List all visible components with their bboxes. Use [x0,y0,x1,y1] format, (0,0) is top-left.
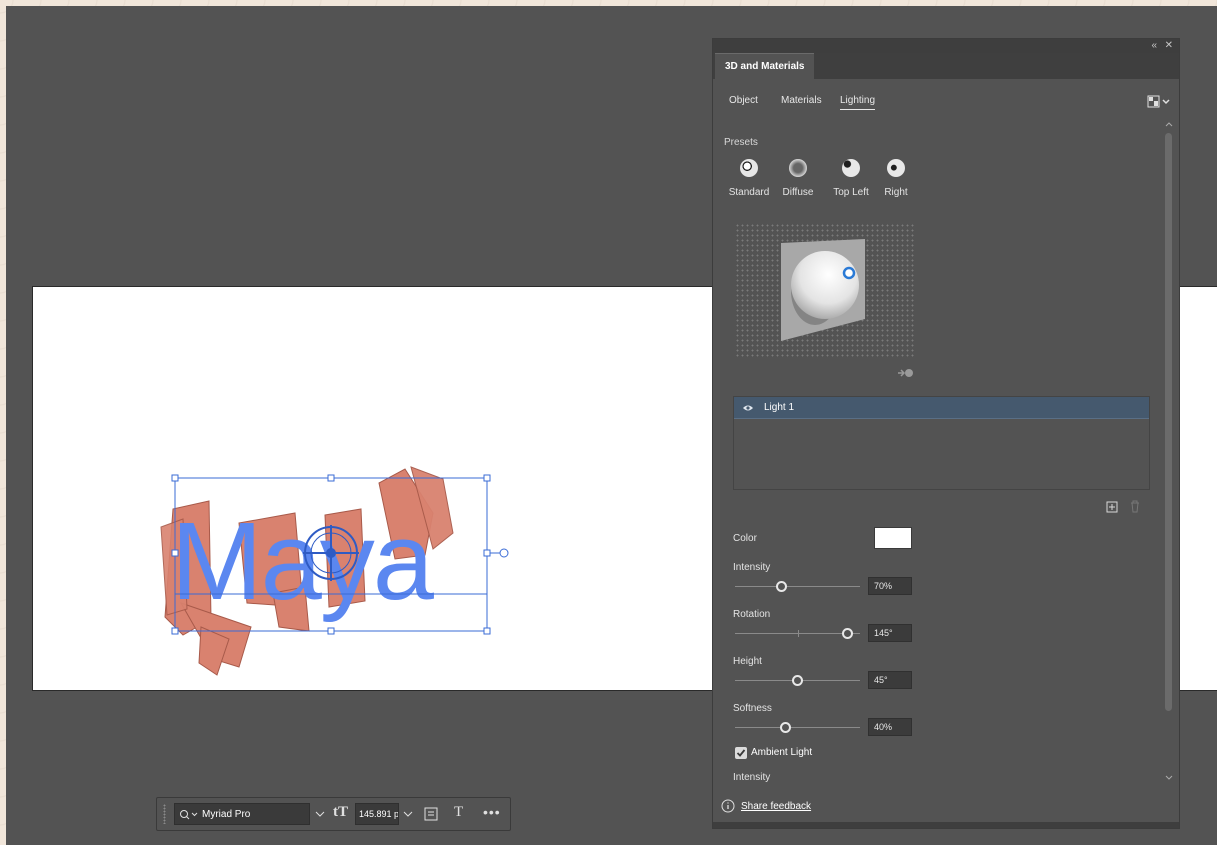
text-size-icon: tT [333,804,348,820]
drag-handle[interactable] [163,804,166,824]
light-position-handle[interactable] [842,266,856,280]
light-list: Light 1 [733,396,1150,490]
preset-label: Top Left [833,187,869,198]
height-value[interactable]: 45° [868,671,912,689]
light-preview-sphere[interactable] [735,223,915,358]
preset-standard[interactable]: Standard [727,159,771,198]
scroll-down-icon[interactable] [1165,775,1173,781]
preset-top-left-icon [842,159,860,177]
add-light-icon[interactable] [1106,501,1118,513]
maya-text: Maya [171,500,435,623]
panel-scrollbar[interactable] [1164,119,1174,787]
preset-diffuse[interactable]: Diffuse [776,159,820,198]
color-label: Color [733,533,757,544]
chevron-down-icon[interactable] [403,811,413,817]
font-size-field[interactable]: 145.891 p [355,803,399,825]
light-color-swatch[interactable] [874,527,912,549]
chevron-down-icon[interactable] [315,811,325,817]
lighting-preview[interactable] [735,223,915,358]
preset-diffuse-icon [789,159,807,177]
light-name: Light 1 [764,402,795,413]
font-size-value: 145.891 p [359,809,399,819]
info-icon [721,799,735,813]
preset-label: Standard [728,187,770,198]
panel-resize-bar[interactable] [713,822,1179,828]
intensity-label: Intensity [733,562,771,573]
rotation-value[interactable]: 145° [868,624,912,642]
scroll-up-icon[interactable] [1165,121,1173,127]
intensity-slider[interactable] [735,586,860,587]
checkmark-icon [736,749,746,757]
delete-light-icon [1131,500,1139,513]
rotation-center-tick [798,630,799,637]
font-family-field[interactable]: Myriad Pro [174,803,310,825]
softness-slider[interactable] [735,727,860,728]
preset-right-icon [887,159,905,177]
height-slider-knob[interactable] [792,675,803,686]
presets-label: Presets [724,137,758,148]
ambient-intensity-label: Intensity [733,772,771,783]
type-icon[interactable]: T [454,804,463,821]
rotation-label: Rotation [733,609,771,620]
close-icon[interactable]: ✕ [1165,39,1173,53]
panel-topbar: « ✕ [713,39,1179,53]
eye-icon[interactable] [742,403,754,413]
share-feedback[interactable]: Share feedback [721,799,811,816]
preset-label: Diffuse [782,187,814,198]
softness-slider-knob[interactable] [779,722,791,733]
maya-3d-text-art[interactable]: Maya [33,287,513,692]
intensity-slider-knob[interactable] [775,581,787,592]
intensity-value[interactable]: 70% [868,577,912,595]
contextual-task-bar: Myriad Pro tT 145.891 p T ••• [156,797,511,831]
panel-tabbar: 3D and Materials [713,53,1179,79]
move-light-icon[interactable] [897,367,915,379]
paragraph-icon[interactable] [424,807,438,821]
scrollbar-thumb[interactable] [1165,133,1172,711]
tab-materials[interactable]: Materials [781,95,822,106]
light-list-item[interactable]: Light 1 [734,397,1149,419]
ambient-light-checkbox[interactable] [735,747,747,759]
preset-top-left[interactable]: Top Left [829,159,873,198]
tab-lighting[interactable]: Lighting [840,95,876,110]
preset-standard-icon [740,159,758,177]
panel-menu-icon[interactable] [1147,95,1171,109]
collapse-icon[interactable]: « [1151,39,1157,53]
search-icon [180,810,198,820]
rotation-slider-knob[interactable] [842,628,853,639]
softness-label: Softness [733,703,772,714]
more-icon[interactable]: ••• [483,804,501,820]
preset-label: Right [884,187,908,198]
height-label: Height [733,656,762,667]
softness-value[interactable]: 40% [868,718,912,736]
share-feedback-link[interactable]: Share feedback [741,801,811,812]
tab-object[interactable]: Object [729,95,758,106]
preset-right[interactable]: Right [874,159,918,198]
font-name: Myriad Pro [202,809,251,820]
ambient-light-label[interactable]: Ambient Light [751,747,812,758]
3d-materials-panel: « ✕ 3D and Materials Object Materials Li… [712,38,1180,829]
panel-tab-3d-materials[interactable]: 3D and Materials [715,53,815,79]
